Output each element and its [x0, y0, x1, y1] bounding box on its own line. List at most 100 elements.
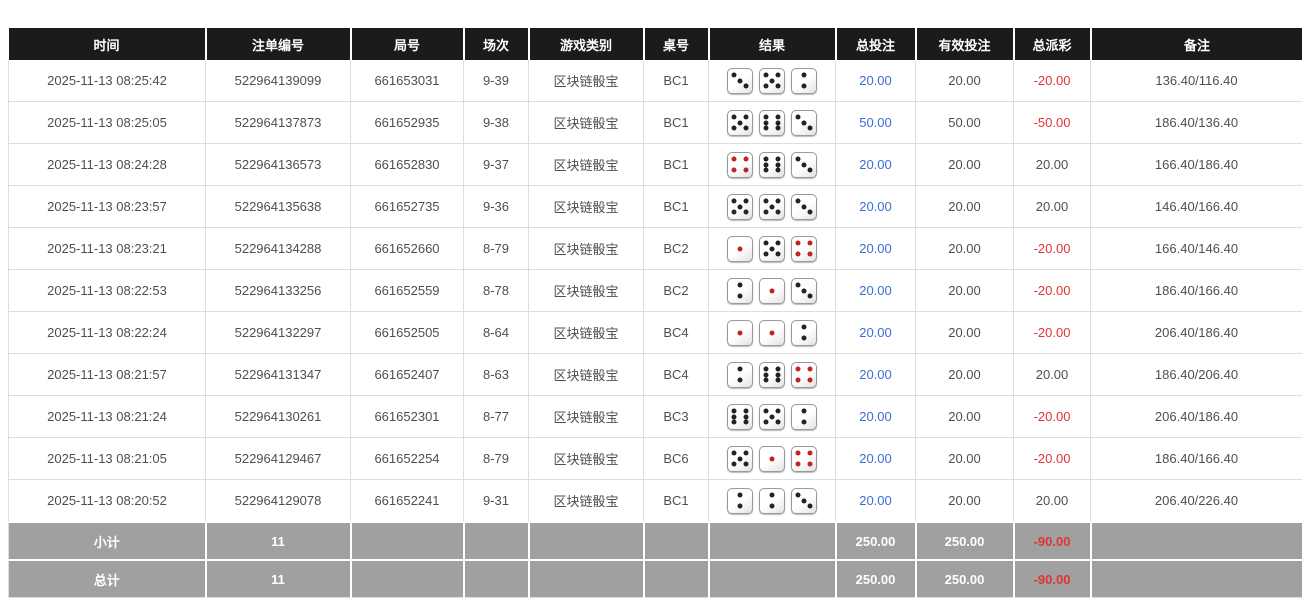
cell-total-bet[interactable]: 20.00	[836, 270, 916, 312]
cell-game-type: 区块链骰宝	[529, 186, 644, 228]
die-pip	[802, 408, 807, 413]
column-header-table-no: 桌号	[644, 28, 709, 60]
cell-table-no: BC4	[644, 354, 709, 396]
cell-round-id: 661653031	[351, 60, 464, 102]
die-pip	[743, 84, 748, 89]
die-pip	[796, 114, 801, 119]
cell-remark: 166.40/186.40	[1091, 144, 1302, 186]
die-pip	[802, 72, 807, 77]
cell-total-bet[interactable]: 20.00	[836, 186, 916, 228]
die-pip	[732, 450, 737, 455]
cell-valid-bet: 50.00	[916, 102, 1014, 144]
die-pip	[802, 336, 807, 341]
cell-total-bet[interactable]: 20.00	[836, 228, 916, 270]
die-pip	[743, 414, 748, 419]
bet-records-table: 时间 注单编号 局号 场次 游戏类别 桌号 结果 总投注 有效投注 总派彩 备注…	[8, 28, 1302, 598]
cell-total-bet[interactable]: 20.00	[836, 144, 916, 186]
die-pip	[775, 210, 780, 215]
total-empty-session	[464, 560, 529, 598]
die-pip	[732, 168, 737, 173]
dice-result	[713, 320, 831, 346]
die-pip	[775, 366, 780, 371]
total-count: 11	[206, 560, 351, 598]
cell-game-type: 区块链骰宝	[529, 102, 644, 144]
die-pip	[743, 168, 748, 173]
die-pip	[770, 288, 775, 293]
die-pip	[738, 78, 743, 83]
table-row: 2025-11-13 08:22:24522964132297661652505…	[9, 312, 1302, 354]
die-pip	[738, 492, 743, 497]
subtotal-empty-remark	[1091, 522, 1302, 560]
cell-bet-id: 522964134288	[206, 228, 351, 270]
die-6	[759, 362, 785, 388]
die-pip	[743, 420, 748, 425]
die-5	[759, 236, 785, 262]
die-pip	[732, 408, 737, 413]
die-3	[727, 68, 753, 94]
die-pip	[738, 294, 743, 299]
cell-time: 2025-11-13 08:22:24	[9, 312, 206, 354]
cell-session: 9-36	[464, 186, 529, 228]
die-1	[759, 320, 785, 346]
subtotal-count: 11	[206, 522, 351, 560]
total-payout: -90.00	[1014, 560, 1091, 598]
cell-valid-bet: 20.00	[916, 60, 1014, 102]
table-row: 2025-11-13 08:23:57522964135638661652735…	[9, 186, 1302, 228]
cell-total-bet[interactable]: 20.00	[836, 60, 916, 102]
subtotal-empty-table	[644, 522, 709, 560]
die-pip	[738, 366, 743, 371]
cell-table-no: BC1	[644, 102, 709, 144]
cell-total-bet[interactable]: 20.00	[836, 312, 916, 354]
cell-result	[709, 354, 836, 396]
die-pip	[764, 120, 769, 125]
die-pip	[764, 240, 769, 245]
cell-total-bet[interactable]: 50.00	[836, 102, 916, 144]
die-pip	[796, 492, 801, 497]
cell-session: 8-77	[464, 396, 529, 438]
cell-bet-id: 522964131347	[206, 354, 351, 396]
die-pip	[770, 204, 775, 209]
cell-payout: 20.00	[1014, 144, 1091, 186]
die-pip	[807, 294, 812, 299]
die-5	[759, 404, 785, 430]
die-3	[791, 278, 817, 304]
cell-game-type: 区块链骰宝	[529, 480, 644, 523]
cell-time: 2025-11-13 08:25:42	[9, 60, 206, 102]
cell-bet-id: 522964139099	[206, 60, 351, 102]
die-2	[727, 362, 753, 388]
die-pip	[764, 378, 769, 383]
cell-result	[709, 396, 836, 438]
cell-result	[709, 312, 836, 354]
cell-bet-id: 522964136573	[206, 144, 351, 186]
die-pip	[796, 252, 801, 257]
die-pip	[732, 210, 737, 215]
cell-total-bet[interactable]: 20.00	[836, 438, 916, 480]
die-pip	[775, 120, 780, 125]
subtotal-empty-round	[351, 522, 464, 560]
cell-table-no: BC1	[644, 186, 709, 228]
die-pip	[775, 84, 780, 89]
cell-valid-bet: 20.00	[916, 228, 1014, 270]
die-6	[759, 110, 785, 136]
dice-result	[713, 236, 831, 262]
column-header-total-bet: 总投注	[836, 28, 916, 60]
cell-round-id: 661652830	[351, 144, 464, 186]
die-pip	[770, 456, 775, 461]
column-header-time: 时间	[9, 28, 206, 60]
cell-total-bet[interactable]: 20.00	[836, 354, 916, 396]
die-pip	[764, 126, 769, 131]
die-5	[727, 194, 753, 220]
cell-time: 2025-11-13 08:23:57	[9, 186, 206, 228]
cell-payout: -20.00	[1014, 438, 1091, 480]
die-pip	[764, 408, 769, 413]
die-pip	[775, 378, 780, 383]
die-3	[791, 488, 817, 514]
cell-total-bet[interactable]: 20.00	[836, 396, 916, 438]
cell-total-bet[interactable]: 20.00	[836, 480, 916, 523]
total-empty-round	[351, 560, 464, 598]
dice-result	[713, 488, 831, 514]
dice-result	[713, 68, 831, 94]
die-pip	[802, 204, 807, 209]
cell-payout: 20.00	[1014, 186, 1091, 228]
bet-records-page: 时间 注单编号 局号 场次 游戏类别 桌号 结果 总投注 有效投注 总派彩 备注…	[0, 0, 1302, 598]
